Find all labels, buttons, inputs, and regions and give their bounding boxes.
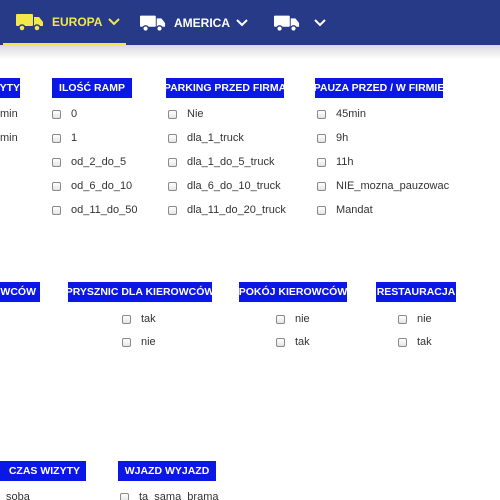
option-label: tak: [141, 313, 156, 325]
option-label: 45min: [336, 108, 366, 120]
checkbox-option[interactable]: 0: [52, 107, 77, 121]
option-label: ta_sama_brama: [139, 491, 219, 500]
option-label: dla_1_truck: [187, 132, 244, 144]
checkbox-option[interactable]: dla_11_do_20_truck: [168, 203, 286, 217]
option-label: 11h: [336, 156, 354, 168]
checkbox[interactable]: [122, 314, 131, 324]
checkbox-option[interactable]: dla_6_do_10_truck: [168, 179, 281, 193]
checkbox[interactable]: [168, 205, 177, 215]
option-partial[interactable]: soba: [6, 490, 30, 500]
checkbox[interactable]: [52, 109, 61, 119]
checkbox-option[interactable]: nie: [276, 312, 310, 326]
option-label: NIE_mozna_pauzowac: [336, 180, 450, 192]
checkbox[interactable]: [317, 133, 326, 143]
group-header-restauracja: RESTAURACJA: [376, 282, 456, 302]
option-label: 1: [71, 132, 78, 144]
checkbox[interactable]: [317, 109, 326, 119]
group-header-pauza: PAUZA PRZED / W FIRMIE: [315, 78, 443, 98]
checkbox-option[interactable]: tak: [122, 312, 156, 326]
checkbox-option[interactable]: tak: [398, 335, 432, 349]
checkbox-option[interactable]: NIE_mozna_pauzowac: [317, 179, 449, 193]
checkbox-option[interactable]: dla_1_do_5_truck: [168, 155, 274, 169]
checkbox[interactable]: [168, 157, 177, 167]
option-label: 0: [71, 108, 78, 120]
checkbox[interactable]: [398, 337, 407, 347]
tab-europa[interactable]: EUROPA: [3, 0, 126, 45]
checkbox-option[interactable]: tak: [276, 335, 310, 349]
option-label: nie: [295, 313, 310, 325]
checkbox[interactable]: [120, 492, 129, 500]
checkbox-option[interactable]: 1: [52, 131, 77, 145]
tab-europa-label: EUROPA: [52, 14, 103, 29]
group-header-parking: PARKING PRZED FIRMĄ: [166, 78, 284, 98]
group-header-wjazd: WJAZD WYJAZD: [118, 461, 216, 481]
option-label: nie: [141, 336, 156, 348]
checkbox-option[interactable]: nie: [398, 312, 432, 326]
truck-icon: [140, 15, 166, 32]
checkbox[interactable]: [168, 181, 177, 191]
option-label: od_11_do_50: [71, 204, 138, 216]
option-label: dla_11_do_20_truck: [187, 204, 286, 216]
checkbox-option[interactable]: Mandat: [317, 203, 373, 217]
option-label: 9h: [336, 132, 349, 144]
option-label: Mandat: [336, 204, 373, 216]
checkbox[interactable]: [168, 109, 177, 119]
checkbox[interactable]: [122, 337, 131, 347]
checkbox-option[interactable]: od_11_do_50: [52, 203, 137, 217]
checkbox[interactable]: [52, 157, 61, 167]
checkbox[interactable]: [276, 337, 285, 347]
top-navigation-bar: EUROPA AMERICA: [0, 0, 500, 45]
option-partial[interactable]: min: [0, 107, 18, 121]
group-header: ROWCÓW: [0, 282, 40, 302]
chevron-down-icon: [236, 18, 248, 26]
checkbox[interactable]: [276, 314, 285, 324]
option-label: nie: [417, 313, 432, 325]
truck-icon: [16, 13, 43, 32]
checkbox[interactable]: [168, 133, 177, 143]
checkbox[interactable]: [317, 205, 326, 215]
checkbox[interactable]: [398, 314, 407, 324]
group-header: YTY: [0, 78, 20, 98]
chevron-down-icon: [314, 18, 326, 26]
group-header-czas-wizyty: CZAS WIZYTY: [0, 461, 86, 481]
option-label: min: [0, 132, 18, 144]
option-label: tak: [417, 336, 432, 348]
option-label: od_2_do_5: [71, 156, 127, 168]
checkbox-option[interactable]: Nie: [168, 107, 204, 121]
option-label: dla_6_do_10_truck: [187, 180, 281, 192]
checkbox[interactable]: [317, 181, 326, 191]
tab-america-label: AMERICA: [174, 15, 230, 30]
checkbox-option[interactable]: od_2_do_5: [52, 155, 126, 169]
checkbox[interactable]: [317, 157, 326, 167]
truck-icon: [274, 15, 300, 32]
checkbox[interactable]: [52, 205, 61, 215]
checkbox-option[interactable]: 45min: [317, 107, 366, 121]
option-partial[interactable]: min: [0, 131, 18, 145]
checkbox-option[interactable]: od_6_do_10: [52, 179, 132, 193]
checkbox[interactable]: [52, 133, 61, 143]
nav-shadow: [0, 45, 500, 59]
tab-america[interactable]: AMERICA: [140, 0, 255, 45]
checkbox-option[interactable]: nie: [122, 335, 156, 349]
checkbox-option[interactable]: 9h: [317, 131, 348, 145]
group-header-pokoj: POKÓJ KIEROWCÓW: [239, 282, 347, 302]
checkbox-option[interactable]: ta_sama_brama: [120, 490, 219, 500]
option-label: tak: [295, 336, 310, 348]
option-label: dla_1_do_5_truck: [187, 156, 275, 168]
chevron-down-icon: [108, 17, 121, 25]
checkbox-option[interactable]: 11h: [317, 155, 354, 169]
option-label: od_6_do_10: [71, 180, 133, 192]
group-header-prysznic: PRYSZNIC DLA KIEROWCÓW: [68, 282, 212, 302]
group-header-ilosc-ramp: ILOŚĆ RAMP: [52, 78, 132, 98]
checkbox[interactable]: [52, 181, 61, 191]
tab-third[interactable]: [274, 0, 334, 45]
option-label: Nie: [187, 108, 204, 120]
checkbox-option[interactable]: dla_1_truck: [168, 131, 244, 145]
option-label: min: [0, 108, 18, 120]
option-label: soba: [6, 491, 30, 500]
